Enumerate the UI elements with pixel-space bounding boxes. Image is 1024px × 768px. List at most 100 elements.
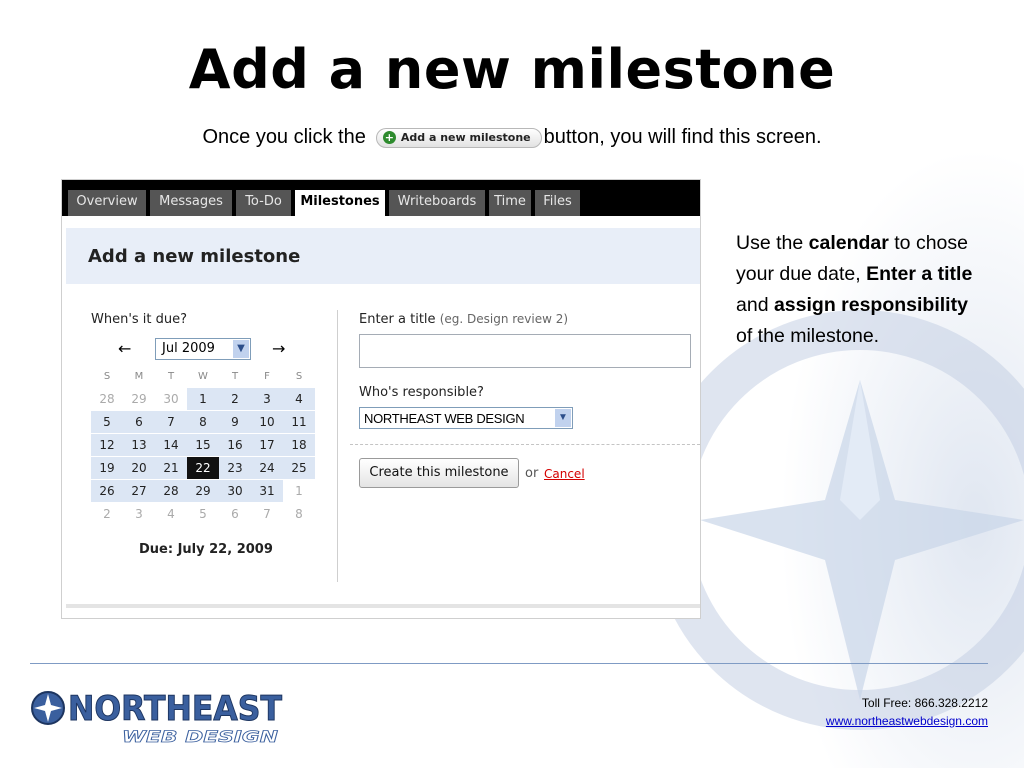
calendar-day[interactable]: 31 — [251, 480, 283, 502]
chevron-down-icon: ▼ — [555, 409, 571, 427]
app-screenshot: Overview Messages To-Do Milestones Write… — [62, 180, 700, 618]
calendar-day-outside-month: 29 — [131, 392, 147, 406]
calendar-day-outside-month: 2 — [103, 507, 111, 521]
or-text: or — [525, 466, 539, 481]
note-bold-calendar: calendar — [808, 232, 889, 254]
cancel-link[interactable]: Cancel — [544, 467, 585, 481]
tab-overview[interactable]: Overview — [68, 190, 146, 216]
title-hint: (eg. Design review 2) — [439, 312, 569, 326]
calendar-day[interactable]: 14 — [155, 434, 187, 456]
calendar-day-header: F — [264, 371, 270, 382]
calendar-day-outside-month: 6 — [231, 507, 239, 521]
note-text-1: Use the — [736, 232, 809, 254]
footer-divider — [30, 663, 988, 664]
calendar-day-outside-month: 8 — [295, 507, 303, 521]
create-milestone-button[interactable]: Create this milestone — [359, 458, 519, 488]
note-text-3: and — [736, 294, 774, 316]
calendar-day-outside-month: 28 — [99, 392, 115, 406]
calendar-day[interactable]: 17 — [251, 434, 283, 456]
due-date-label: When's it due? — [91, 312, 188, 327]
tab-files[interactable]: Files — [535, 190, 580, 216]
logo-sub-text: WEB DESIGN — [122, 727, 279, 746]
title-label: Enter a title (eg. Design review 2) — [359, 312, 568, 327]
calendar-day[interactable]: 29 — [187, 480, 219, 502]
calendar-day[interactable]: 4 — [283, 388, 315, 410]
title-label-text: Enter a title — [359, 312, 436, 327]
calendar-day-header: M — [134, 371, 144, 382]
calendar-day-outside-month: 5 — [199, 507, 207, 521]
instruction-note: Use the calendar to chose your due date,… — [736, 228, 986, 352]
tab-milestones[interactable]: Milestones — [295, 190, 385, 216]
milestone-title-input[interactable] — [359, 334, 691, 368]
calendar-day[interactable]: 22 — [187, 457, 219, 479]
calendar-day[interactable]: 25 — [283, 457, 315, 479]
plus-icon: + — [382, 131, 396, 144]
calendar-day[interactable]: 30 — [219, 480, 251, 502]
calendar-day[interactable]: 3 — [251, 388, 283, 410]
note-bold-enter-title: Enter a title — [866, 263, 973, 285]
month-select-value: Jul 2009 — [162, 341, 215, 356]
calendar-day[interactable]: 5 — [91, 411, 123, 433]
calendar-day-outside-month: 4 — [167, 507, 175, 521]
tab-todo[interactable]: To-Do — [236, 190, 291, 216]
tab-messages[interactable]: Messages — [150, 190, 232, 216]
northeast-web-design-logo: NORTHEAST WEB DESIGN — [31, 689, 283, 746]
calendar-day-header: S — [103, 371, 111, 382]
phone-number: 866.328.2212 — [914, 696, 988, 710]
subtitle-text-before: Once you click the — [202, 126, 366, 148]
column-divider — [337, 310, 338, 582]
prev-month-arrow[interactable]: ← — [118, 339, 131, 358]
calendar-day[interactable]: 26 — [91, 480, 123, 502]
calendar-day[interactable]: 2 — [219, 388, 251, 410]
calendar-day[interactable]: 7 — [155, 411, 187, 433]
responsible-select-value: NORTHEAST WEB DESIGN — [364, 411, 525, 426]
calendar-day[interactable]: 20 — [123, 457, 155, 479]
toll-free-label: Toll Free: — [861, 696, 912, 710]
calendar-day[interactable]: 27 — [123, 480, 155, 502]
calendar-day[interactable]: 24 — [251, 457, 283, 479]
calendar-day-outside-month: 7 — [263, 507, 271, 521]
responsible-label: Who's responsible? — [359, 385, 484, 400]
calendar-day[interactable]: 12 — [91, 434, 123, 456]
tab-writeboards[interactable]: Writeboards — [389, 190, 485, 216]
responsible-select[interactable]: NORTHEAST WEB DESIGN ▼ — [359, 407, 573, 429]
panel-title: Add a new milestone — [88, 246, 301, 267]
panel-bottom-border — [66, 604, 700, 608]
tab-time[interactable]: Time — [489, 190, 531, 216]
calendar-day[interactable]: 9 — [219, 411, 251, 433]
calendar-day-header: T — [231, 371, 239, 382]
calendar-day[interactable]: 23 — [219, 457, 251, 479]
calendar-day[interactable]: 11 — [283, 411, 315, 433]
calendar-day[interactable]: 1 — [187, 388, 219, 410]
calendar-day[interactable]: 16 — [219, 434, 251, 456]
calendar-day[interactable]: 13 — [123, 434, 155, 456]
calendar-day[interactable]: 18 — [283, 434, 315, 456]
website-link[interactable]: www.northeastwebdesign.com — [826, 714, 988, 728]
toll-free-info: Toll Free: 866.328.2212 — [862, 696, 988, 710]
calendar-day[interactable]: 19 — [91, 457, 123, 479]
calendar-day[interactable]: 6 — [123, 411, 155, 433]
month-select[interactable]: Jul 2009 ▼ — [155, 338, 251, 360]
calendar-day-header: T — [167, 371, 175, 382]
note-bold-assign-responsibility: assign responsibility — [773, 294, 968, 316]
form-divider — [350, 444, 700, 445]
calendar-day-outside-month: 1 — [295, 484, 303, 498]
next-month-arrow[interactable]: → — [272, 339, 285, 358]
calendar-day-outside-month: 30 — [163, 392, 179, 406]
calendar-day-outside-month: 3 — [135, 507, 143, 521]
add-milestone-button-image: + Add a new milestone — [375, 127, 542, 148]
due-date-text: Due: July 22, 2009 — [139, 542, 273, 557]
note-text-4: of the milestone. — [736, 325, 880, 347]
calendar-day[interactable]: 21 — [155, 457, 187, 479]
calendar-day[interactable]: 10 — [251, 411, 283, 433]
calendar-day[interactable]: 15 — [187, 434, 219, 456]
add-milestone-button-label: Add a new milestone — [400, 131, 531, 144]
slide-subtitle: Once you click the + Add a new milestone… — [0, 126, 1024, 149]
calendar-day-header: W — [198, 371, 208, 382]
calendar-day-header: S — [295, 371, 303, 382]
subtitle-text-after: button, you will find this screen. — [543, 126, 822, 148]
chevron-down-icon: ▼ — [233, 340, 249, 358]
logo-main-text: NORTHEAST — [68, 689, 283, 729]
calendar-day[interactable]: 8 — [187, 411, 219, 433]
calendar-day[interactable]: 28 — [155, 480, 187, 502]
